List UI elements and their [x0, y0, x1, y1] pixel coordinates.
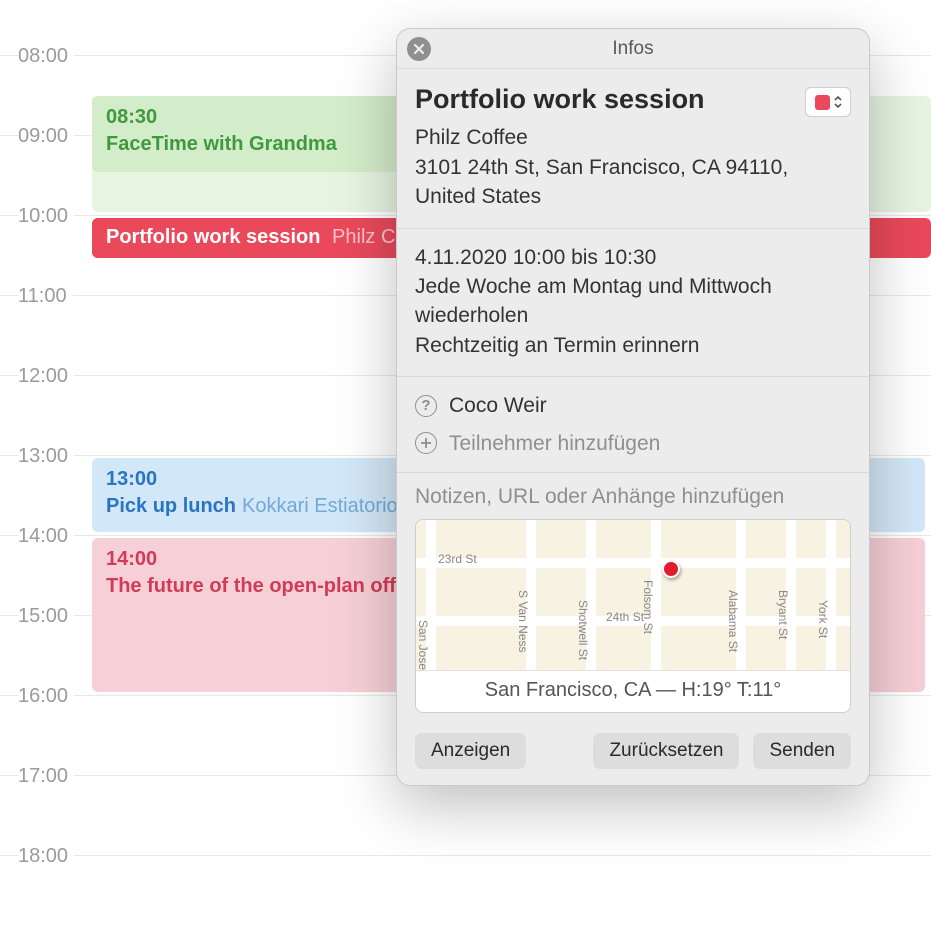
location-name[interactable]: Philz Coffee	[415, 123, 851, 152]
add-invitee-label: Teilnehmer hinzufügen	[449, 429, 660, 458]
invitee-row[interactable]: Coco Weir	[415, 387, 851, 424]
event-repeat[interactable]: Jede Woche am Montag und Mittwoch wieder…	[415, 272, 851, 331]
section-datetime: 4.11.2020 10:00 bis 10:30 Jede Woche am …	[397, 229, 869, 378]
close-button[interactable]	[407, 37, 431, 61]
event-info-popover: Infos Portfolio work session Philz Coffe…	[396, 28, 870, 786]
popover-button-row: Anzeigen Zurücksetzen Senden	[397, 723, 869, 785]
street-label: Bryant St	[776, 590, 790, 639]
color-swatch-icon	[815, 95, 830, 110]
chevron-updown-icon	[834, 95, 842, 109]
plus-icon	[415, 432, 437, 454]
event-title: Portfolio work session	[106, 226, 320, 248]
street-label: Shotwell St	[576, 600, 590, 660]
event-location: Kokkari Estiatorio	[242, 495, 398, 517]
event-title: Pick up lunch	[106, 495, 236, 517]
hour-label: 08:00	[18, 45, 74, 68]
popover-header: Infos	[397, 29, 869, 69]
street-label: San Jose	[416, 620, 430, 670]
hour-label: 09:00	[18, 125, 74, 148]
hour-label: 16:00	[18, 685, 74, 708]
street-label: 23rd St	[438, 552, 477, 566]
location-address: 3101 24th St, San Francisco, CA 94110, U…	[415, 153, 851, 212]
event-title: FaceTime with Grandma	[106, 133, 337, 155]
hour-label: 17:00	[18, 765, 74, 788]
map-pin-icon	[662, 560, 680, 578]
map-canvas: 23rd St 24th St San Jose S Van Ness Shot…	[416, 520, 850, 670]
calendar-color-picker[interactable]	[805, 87, 851, 117]
notes-field[interactable]: Notizen, URL oder Anhänge hinzufügen	[397, 473, 869, 519]
hour-label: 11:00	[18, 285, 73, 308]
hour-label: 13:00	[18, 445, 74, 468]
event-date-time[interactable]: 4.11.2020 10:00 bis 10:30	[415, 243, 851, 272]
event-title: The future of the open-plan office	[106, 575, 424, 597]
event-title-field[interactable]: Portfolio work session	[415, 83, 797, 115]
street-label: S Van Ness	[516, 590, 530, 652]
hour-label: 14:00	[18, 525, 74, 548]
hour-label: 18:00	[18, 845, 74, 868]
invitee-name: Coco Weir	[449, 391, 547, 420]
hour-label: 12:00	[18, 365, 74, 388]
status-unknown-icon	[415, 395, 437, 417]
reset-button[interactable]: Zurücksetzen	[593, 733, 739, 769]
hour-label: 10:00	[18, 205, 74, 228]
event-alert[interactable]: Rechtzeitig an Termin erinnern	[415, 331, 851, 360]
section-invitees: Coco Weir Teilnehmer hinzufügen	[397, 377, 869, 473]
street-label: Folsom St	[641, 580, 655, 634]
send-button[interactable]: Senden	[753, 733, 851, 769]
section-title-location: Portfolio work session Philz Coffee 3101…	[397, 69, 869, 229]
show-button[interactable]: Anzeigen	[415, 733, 526, 769]
street-label: York St	[816, 600, 830, 638]
hour-label: 15:00	[18, 605, 74, 628]
popover-title: Infos	[612, 38, 653, 60]
add-invitee-row[interactable]: Teilnehmer hinzufügen	[415, 425, 851, 462]
street-label: 24th St	[606, 610, 644, 624]
event-facetime[interactable]: 08:30 FaceTime with Grandma	[92, 96, 431, 172]
event-time: 08:30	[106, 104, 417, 131]
map-caption: San Francisco, CA — H:19° T:11°	[416, 670, 850, 712]
street-label: Alabama St	[726, 590, 740, 652]
close-icon	[413, 43, 425, 55]
map-preview[interactable]: 23rd St 24th St San Jose S Van Ness Shot…	[415, 519, 851, 713]
